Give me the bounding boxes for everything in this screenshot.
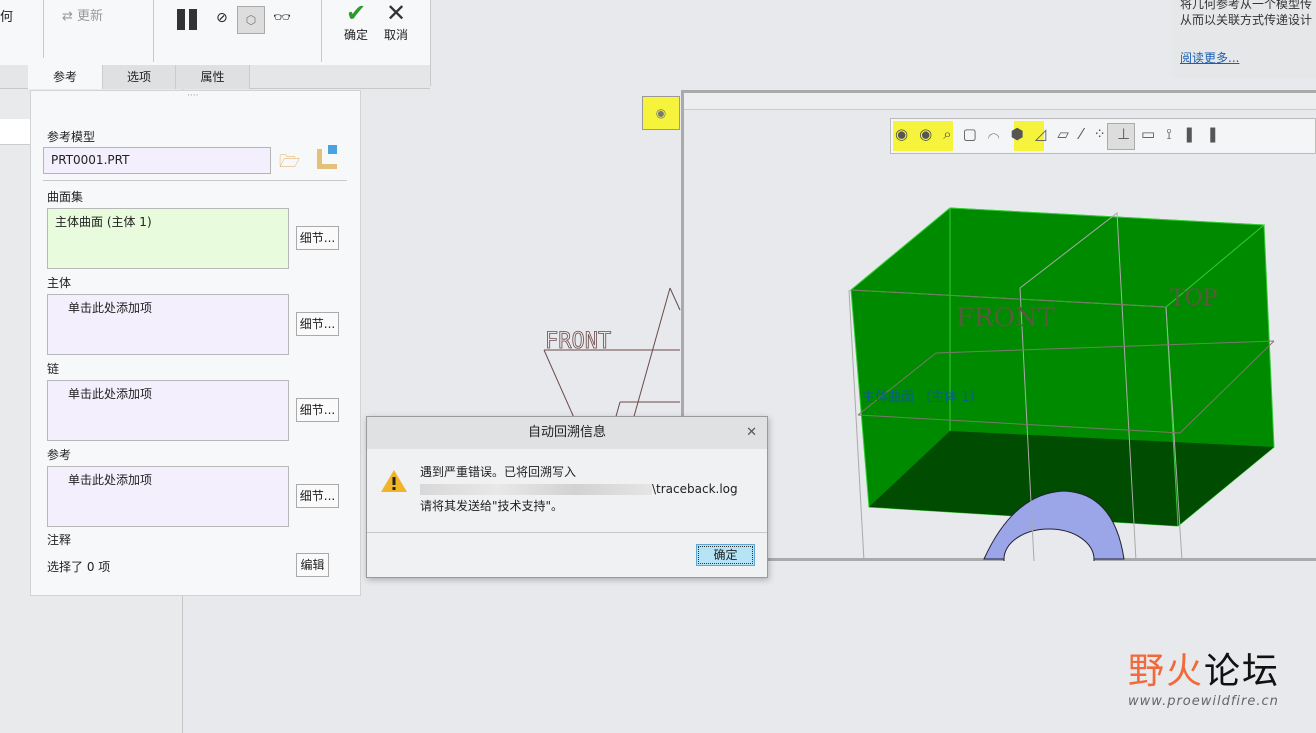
body-list[interactable]: 单击此处添加项	[47, 294, 289, 355]
tab-properties[interactable]: 属性	[176, 65, 250, 89]
confirm-button[interactable]: ✔ 确定	[340, 0, 372, 43]
verify-icon[interactable]: ⬡	[237, 6, 265, 34]
graphics-datum-sketch: FRONT	[543, 287, 681, 420]
display-style-icon: ▢	[962, 125, 988, 143]
selected-count: 选择了 0 项	[47, 560, 111, 574]
cancel-button[interactable]: ✕ 取消	[380, 0, 412, 43]
refs-details-button[interactable]: 细节...	[296, 484, 339, 508]
surface-label: 主体曲面 （主体 1）	[862, 390, 983, 405]
section-icon: ◿	[1034, 125, 1058, 143]
read-more-link[interactable]: 阅读更多...	[1180, 50, 1316, 66]
copy-geometry-icon[interactable]	[317, 145, 337, 169]
surface-set-list[interactable]: 主体曲面 (主体 1)	[47, 208, 289, 269]
warning-icon	[381, 470, 407, 492]
chain-details-button[interactable]: 细节...	[296, 398, 339, 422]
plane-display-icon: ▱	[1057, 125, 1080, 143]
tab-options[interactable]: 选项	[103, 65, 176, 89]
saved-view-button[interactable]: ◉	[642, 96, 680, 130]
open-folder-icon[interactable]: 🗁︎	[279, 149, 300, 178]
show-datum-planes-icon: ⌒	[987, 125, 1011, 143]
axis-display-icon: ⁄	[1079, 125, 1094, 143]
dialog-title-bar: 自动回溯信息 ✕	[367, 417, 767, 449]
front-datum-label: FRONT	[956, 303, 1056, 333]
surface-set-details-button[interactable]: 细节...	[296, 226, 339, 250]
dialog-ok-button[interactable]: 确定	[696, 544, 755, 566]
preview-toolbar: ◉◉⌕▢⌒⬢◿▱⁄⁘⊥▭⟟❚❚	[890, 118, 1316, 154]
ref-model-label: 参考模型	[47, 130, 96, 144]
preview-3d-view: FRONT TOP 主体曲面 （主体 1）	[848, 207, 1275, 561]
preview-window: FRONT TOP 主体曲面 （主体 1）	[681, 90, 1316, 561]
surface-set-item[interactable]: 主体曲面 (主体 1)	[55, 215, 152, 229]
glasses-icon[interactable]: 👓︎	[273, 10, 291, 26]
top-datum-label: TOP	[1170, 286, 1218, 311]
ribbon-partial-label: 何	[0, 10, 14, 25]
chain-list[interactable]: 单击此处添加项	[47, 380, 289, 441]
x-icon: ✕	[385, 0, 407, 27]
dialog-message: 遇到严重错误。已将回溯写入 \traceback.log 请将其发送给"技术支持…	[420, 465, 738, 513]
watermark-logo: 野火论坛 www.proewildfire.cn	[1128, 651, 1281, 709]
tab-references[interactable]: 参考	[28, 65, 103, 89]
zoom-icon: ⌕	[943, 125, 963, 143]
refresh-icon: ⇄	[62, 9, 78, 24]
surface-set-label: 曲面集	[47, 190, 84, 204]
csys-display-icon: ⊥	[1116, 125, 1142, 143]
edit-button[interactable]: 编辑	[296, 553, 329, 577]
ribbon: 何 ⇄ 更新 ⊘ ⬡ 👓︎ ✔ 确定 ✕ 取消	[0, 0, 430, 65]
pause-icon: ❚❚	[1182, 125, 1230, 143]
eye-camera-icon: ◉	[655, 106, 667, 120]
point-display-icon: ⁘	[1093, 125, 1117, 143]
connector-icon: ⟟	[1166, 125, 1183, 143]
traceback-dialog: 自动回溯信息 ✕ 遇到严重错误。已将回溯写入 \traceback.log 请将其…	[366, 416, 768, 578]
show-saved-view-icon: ◉	[895, 125, 920, 143]
appearance-icon: ⬢	[1010, 125, 1035, 143]
references-panel: ···· 参考模型 PRT0001.PRT 🗁︎ 曲面集 主体曲面 (主体 1)…	[30, 90, 361, 596]
refs-label: 参考	[47, 448, 72, 462]
front-datum-label: FRONT	[545, 329, 611, 354]
refs-list[interactable]: 单击此处添加项	[47, 466, 289, 527]
redacted-path	[420, 484, 652, 495]
chain-label: 链	[47, 362, 60, 376]
help-panel: 将几何参考从一个模型传 从而以关联方式传递设计 阅读更多...	[1172, 0, 1316, 78]
ref-model-field[interactable]: PRT0001.PRT	[43, 147, 271, 174]
show-view-history-icon: ◉	[919, 125, 944, 143]
preview-toolbar-icons[interactable]: ◉◉⌕▢⌒⬢◿▱⁄⁘⊥▭⟟❚❚	[895, 125, 1315, 143]
dashboard-tabs: 参考 选项 属性	[0, 65, 430, 89]
body-label: 主体	[47, 276, 72, 290]
notes-label: 注释	[47, 533, 72, 547]
body-details-button[interactable]: 细节...	[296, 312, 339, 336]
dialog-title: 自动回溯信息	[527, 425, 606, 440]
close-icon[interactable]: ✕	[746, 417, 757, 449]
drag-handle[interactable]: ····	[187, 91, 198, 101]
annotation-display-icon: ▭	[1141, 125, 1167, 143]
checkmark-icon: ✔	[345, 0, 367, 27]
pause-icon[interactable]	[177, 9, 199, 30]
no-preview-icon[interactable]: ⊘	[216, 10, 228, 26]
refresh-button[interactable]: ⇄ 更新	[62, 5, 103, 24]
